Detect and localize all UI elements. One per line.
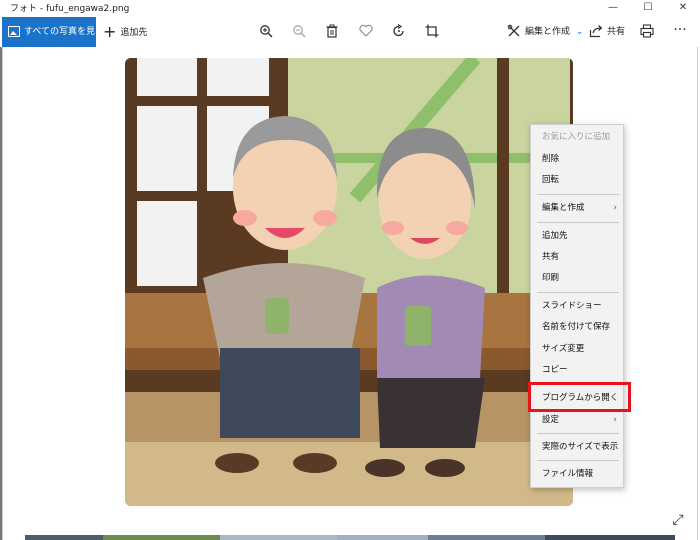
photos-app-window: フォト - fufu_engawa2.png — ☐ ✕ すべての写真を見る +… [0, 0, 700, 540]
chevron-right-icon: › [613, 203, 617, 213]
context-menu: お気に入りに追加 削除 回転 編集と作成 › 追加先 共有 印刷 スライドショー… [530, 124, 624, 488]
menu-divider [537, 433, 619, 434]
share-icon[interactable] [588, 24, 604, 40]
print-icon[interactable] [639, 24, 655, 40]
menu-item-edit-create-label: 編集と作成 [542, 203, 585, 213]
toolbar: すべての写真を見る + 追加先 編集と作成 ⌄ 共有 ··· [0, 17, 700, 47]
menu-item-resize[interactable]: サイズ変更 [531, 339, 625, 359]
menu-item-actual-size[interactable]: 実際のサイズで表示 [531, 437, 625, 457]
zoom-out-icon[interactable] [291, 24, 307, 40]
add-to-label: 追加先 [120, 28, 148, 38]
delete-icon[interactable] [324, 24, 340, 40]
edit-create-icon[interactable] [506, 24, 522, 40]
close-button[interactable]: ✕ [666, 0, 700, 16]
edit-create-label: 編集と作成 [525, 27, 571, 37]
chevron-down-icon: ⌄ [575, 27, 584, 37]
menu-item-settings[interactable]: 設定 › [531, 410, 625, 430]
window-title: フォト - fufu_engawa2.png [10, 4, 130, 14]
menu-divider [537, 460, 619, 461]
photo-image [125, 58, 573, 506]
menu-item-save-as[interactable]: 名前を付けて保存 [531, 317, 625, 337]
all-photos-button[interactable]: すべての写真を見る [2, 17, 104, 47]
menu-item-add-favorite[interactable]: お気に入りに追加 [531, 127, 625, 147]
menu-divider [537, 292, 619, 293]
zoom-in-icon[interactable] [258, 24, 274, 40]
all-photos-label: すべての写真を見る [24, 27, 105, 37]
menu-item-settings-label: 設定 [542, 415, 560, 425]
edit-create-menu[interactable]: 編集と作成 ⌄ [525, 17, 583, 47]
maximize-button[interactable]: ☐ [631, 0, 665, 16]
menu-item-share[interactable]: 共有 [531, 247, 625, 267]
minimize-button[interactable]: — [596, 0, 630, 16]
photo-gallery-icon [8, 26, 20, 37]
menu-item-copy[interactable]: コピー [531, 360, 625, 380]
menu-divider [537, 222, 619, 223]
crop-icon[interactable] [424, 24, 440, 40]
add-to-button[interactable]: + 追加先 [103, 17, 147, 47]
menu-item-file-info[interactable]: ファイル情報 [531, 464, 625, 484]
menu-item-add-to[interactable]: 追加先 [531, 226, 625, 246]
share-button[interactable]: 共有 [607, 17, 625, 47]
heart-icon[interactable] [358, 24, 374, 40]
plus-icon: + [103, 22, 117, 41]
fullscreen-expand-icon[interactable]: ⤢ [669, 511, 687, 529]
menu-divider [537, 194, 619, 195]
menu-item-print[interactable]: 印刷 [531, 268, 625, 288]
rotate-icon[interactable] [391, 24, 407, 40]
filmstrip-preview [25, 535, 675, 540]
menu-item-delete[interactable]: 削除 [531, 149, 625, 169]
menu-item-slideshow[interactable]: スライドショー [531, 296, 625, 316]
menu-item-rotate[interactable]: 回転 [531, 170, 625, 190]
menu-item-edit-create[interactable]: 編集と作成 › [531, 198, 625, 218]
highlight-box [528, 382, 631, 412]
title-bar: フォト - fufu_engawa2.png — ☐ ✕ [0, 0, 700, 16]
chevron-right-icon: › [613, 415, 617, 425]
more-icon[interactable]: ··· [672, 23, 688, 40]
